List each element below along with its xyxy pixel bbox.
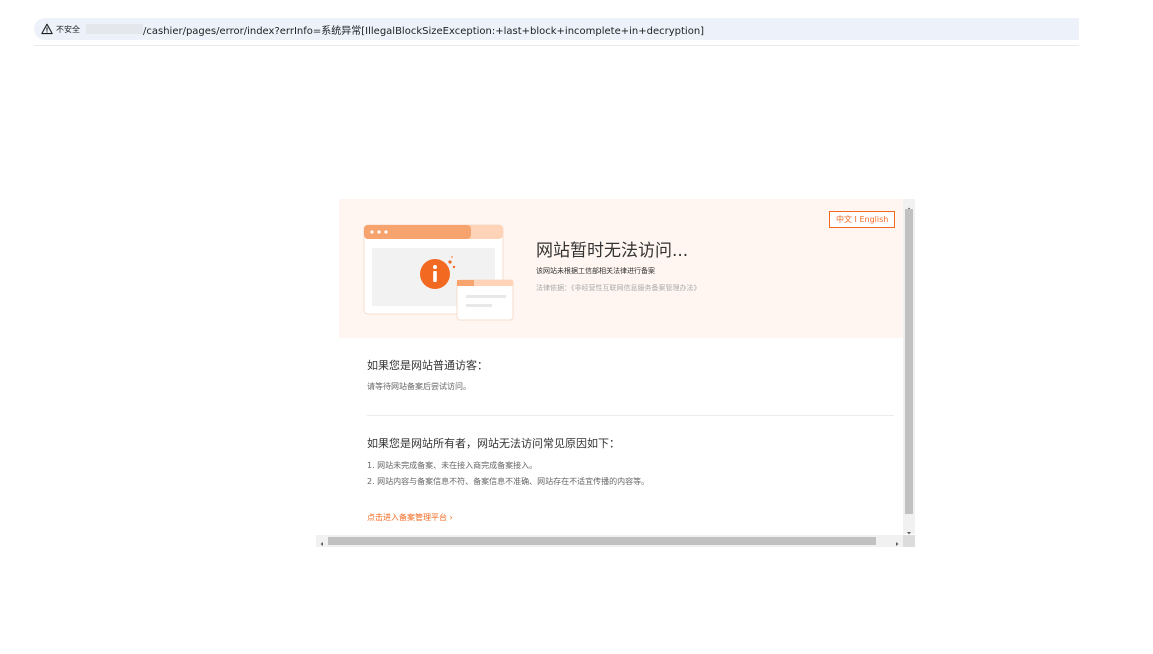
page-frame: 中文 I English 网站暂时无法访问... 该网站未根据工信部相关法律进行… — [339, 199, 915, 547]
hero-banner: 中文 I English 网站暂时无法访问... 该网站未根据工信部相关法律进行… — [339, 199, 903, 338]
section-divider — [367, 415, 894, 416]
horizontal-scrollbar[interactable] — [316, 535, 903, 547]
page-description: 该网站未根据工信部相关法律进行备案 — [536, 267, 655, 275]
scroll-up-arrow-icon[interactable] — [903, 199, 915, 210]
vertical-scrollbar[interactable] — [903, 199, 915, 535]
toolbar-divider — [34, 45, 1079, 46]
owner-reason-1: 1. 网站未完成备案、未在接入商完成备案接入。 — [367, 461, 538, 470]
owner-heading: 如果您是网站所有者，网站无法访问常见原因如下： — [367, 437, 620, 450]
security-label[interactable]: 不安全 — [56, 24, 80, 35]
redacted-host — [86, 24, 143, 34]
scroll-right-arrow-icon[interactable] — [891, 535, 903, 547]
vertical-scroll-thumb[interactable] — [905, 209, 913, 514]
filing-platform-link[interactable]: 点击进入备案管理平台 › — [367, 512, 453, 523]
visitor-text: 请等待网站备案后尝试访问。 — [367, 382, 471, 391]
scroll-down-arrow-icon[interactable] — [903, 523, 915, 535]
scrollbar-corner — [903, 535, 915, 547]
horizontal-scroll-thumb[interactable] — [328, 537, 876, 545]
visitor-heading: 如果您是网站普通访客： — [367, 359, 488, 372]
address-bar[interactable]: 不安全 /cashier/pages/error/index?errInfo=系… — [34, 18, 1079, 40]
legal-basis: 法律依据：《非经营性互联网信息服务备案管理办法》 — [536, 284, 701, 292]
owner-reason-2: 2. 网站内容与备案信息不符、备案信息不准确、网站存在不适宜传播的内容等。 — [367, 477, 650, 486]
url-text[interactable]: /cashier/pages/error/index?errInfo=系统异常[… — [143, 22, 704, 37]
scroll-left-arrow-icon[interactable] — [316, 535, 328, 547]
language-switch[interactable]: 中文 I English — [829, 211, 896, 228]
browser-error-illustration — [363, 224, 514, 321]
warning-triangle-icon[interactable] — [41, 23, 53, 35]
page-title: 网站暂时无法访问... — [536, 241, 689, 261]
